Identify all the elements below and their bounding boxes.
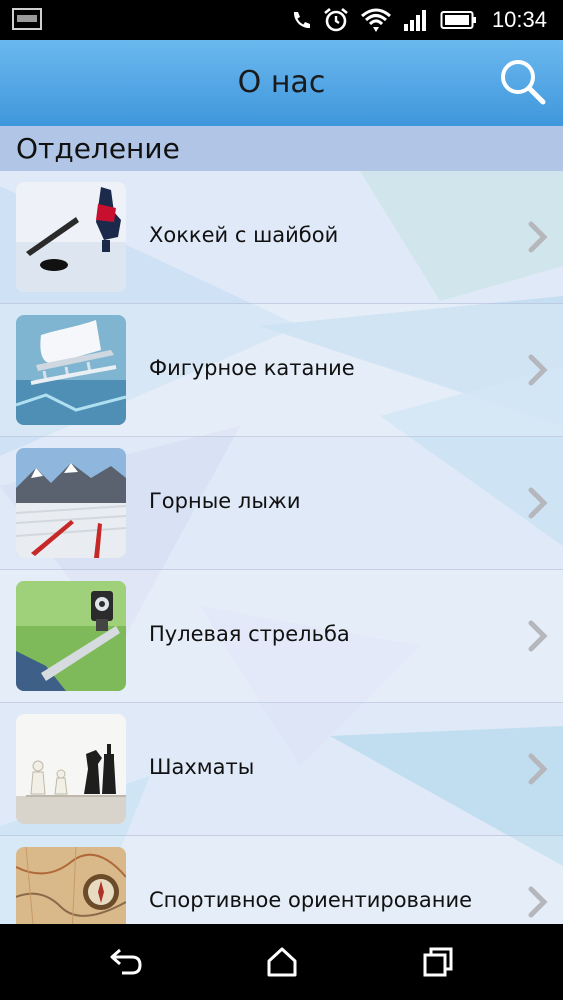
list-item-alpine-skiing[interactable]: Горные лыжи — [0, 437, 563, 570]
navigation-bar — [0, 924, 563, 1000]
item-label: Шахматы — [149, 755, 255, 779]
chevron-right-icon — [528, 620, 548, 652]
page-title: О нас — [237, 65, 326, 100]
app-bar: О нас — [0, 40, 563, 126]
section-title: Отделение — [16, 132, 180, 165]
status-time: 10:34 — [491, 7, 547, 32]
chevron-right-icon — [528, 487, 548, 519]
content-area: Отделение Хоккей с шайбой Фигурное катан… — [0, 126, 563, 924]
section-header: Отделение — [0, 126, 563, 171]
chevron-right-icon — [528, 886, 548, 918]
list-item-hockey[interactable]: Хоккей с шайбой — [0, 171, 563, 304]
list-item-orienteering[interactable]: Спортивное ориентирование — [0, 836, 563, 924]
battery-icon — [440, 10, 478, 30]
home-icon — [267, 947, 297, 977]
shooting-icon — [16, 581, 126, 691]
back-button[interactable] — [106, 942, 146, 982]
hockey-icon — [16, 182, 126, 292]
orienteering-icon — [16, 847, 126, 924]
recents-button[interactable] — [418, 942, 458, 982]
item-label: Хоккей с шайбой — [149, 223, 339, 247]
home-button[interactable] — [262, 942, 302, 982]
figure-skating-icon — [16, 315, 126, 425]
item-label: Фигурное катание — [149, 356, 355, 380]
wifi-icon — [360, 6, 392, 34]
signal-icon — [402, 8, 430, 32]
list-item-chess[interactable]: Шахматы — [0, 703, 563, 836]
back-icon — [110, 948, 142, 975]
list-item-shooting[interactable]: Пулевая стрельба — [0, 570, 563, 703]
chevron-right-icon — [528, 354, 548, 386]
gallery-icon — [12, 8, 42, 30]
chevron-right-icon — [528, 221, 548, 253]
search-icon — [501, 60, 546, 105]
alpine-skiing-icon — [16, 448, 126, 558]
item-label: Горные лыжи — [149, 489, 301, 513]
sports-list: Хоккей с шайбой Фигурное катание Горные … — [0, 171, 563, 924]
phone-icon — [290, 9, 312, 31]
alarm-icon — [322, 6, 350, 34]
item-label: Спортивное ориентирование — [149, 888, 473, 912]
recents-icon — [423, 947, 453, 977]
list-item-figure-skating[interactable]: Фигурное катание — [0, 304, 563, 437]
search-button[interactable] — [497, 56, 549, 108]
chess-icon — [16, 714, 126, 824]
item-label: Пулевая стрельба — [149, 622, 350, 646]
status-bar: 10:34 — [0, 0, 563, 40]
chevron-right-icon — [528, 753, 548, 785]
